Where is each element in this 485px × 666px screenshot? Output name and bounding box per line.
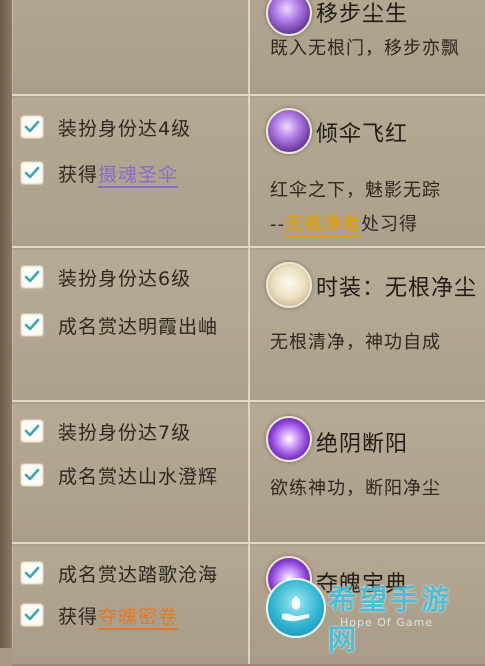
column-divider bbox=[248, 248, 250, 402]
condition-text: 装扮身份达4级 bbox=[58, 117, 192, 140]
condition-text: 获得夺魄密卷 bbox=[58, 602, 179, 630]
check-icon bbox=[20, 561, 44, 585]
condition-text: 成名赏达明霞出岫 bbox=[58, 315, 219, 338]
umbrella-figure-icon bbox=[266, 108, 312, 154]
condition-item: 获得摄魂圣伞 bbox=[20, 158, 179, 188]
reward-name: 绝阴断阳 bbox=[316, 432, 409, 457]
item-link[interactable]: 摄魂圣伞 bbox=[98, 163, 179, 188]
check-icon bbox=[20, 463, 44, 487]
condition-item: 装扮身份达6级 bbox=[20, 262, 191, 292]
outfit-box-icon bbox=[266, 262, 312, 308]
condition-item: 成名赏达明霞出岫 bbox=[20, 310, 218, 340]
source-suffix: 处习得 bbox=[361, 214, 418, 235]
achievement-panel: 移步尘生 既入无根门，移步亦飘 装扮身份达4级 获得摄魂圣伞 倾伞飞红 红伞之下… bbox=[0, 0, 485, 666]
reward-description: 欲练神功，断阳净尘 bbox=[270, 478, 441, 499]
reward-row: 装扮身份达7级 成名赏达山水澄辉 绝阴断阳 欲练神功，断阳净尘 bbox=[12, 400, 485, 546]
condition-item: 成名赏达踏歌沧海 bbox=[20, 558, 218, 588]
check-icon bbox=[20, 313, 44, 337]
reward-source: --无根净者处习得 bbox=[270, 210, 418, 237]
hand-leaf-logo-icon bbox=[266, 578, 326, 638]
check-icon bbox=[20, 115, 44, 139]
condition-text: 成名赏达踏歌沧海 bbox=[58, 563, 219, 586]
fan-figure-icon bbox=[266, 0, 312, 36]
reward-row: 移步尘生 既入无根门，移步亦飘 bbox=[12, 0, 485, 98]
condition-prefix: 获得 bbox=[58, 605, 99, 628]
check-icon bbox=[20, 161, 44, 185]
column-divider bbox=[248, 544, 250, 664]
condition-item: 获得夺魄密卷 bbox=[20, 600, 179, 630]
reward-name: 倾伞飞红 bbox=[316, 122, 409, 147]
yin-figure-icon bbox=[266, 416, 312, 462]
check-icon bbox=[20, 419, 44, 443]
watermark-subtitle: Hope Of Game bbox=[340, 616, 434, 629]
item-link[interactable]: 夺魄密卷 bbox=[98, 605, 179, 630]
site-watermark: 希望手游网 Hope Of Game bbox=[266, 576, 481, 656]
reward-row: 装扮身份达6级 成名赏达明霞出岫 时装：无根净尘 无根清净，神功自成 bbox=[12, 246, 485, 404]
column-divider bbox=[248, 402, 250, 544]
npc-link[interactable]: 无根净者 bbox=[285, 214, 361, 237]
condition-text: 装扮身份达6级 bbox=[58, 267, 192, 290]
reward-description: 既入无根门，移步亦飘 bbox=[270, 38, 460, 59]
condition-text: 装扮身份达7级 bbox=[58, 421, 192, 444]
condition-item: 装扮身份达7级 bbox=[20, 416, 191, 446]
column-divider bbox=[248, 96, 250, 248]
reward-description: 红伞之下，魅影无踪 bbox=[270, 180, 441, 201]
check-icon bbox=[20, 265, 44, 289]
condition-prefix: 获得 bbox=[58, 163, 99, 186]
condition-item: 装扮身份达4级 bbox=[20, 112, 191, 142]
source-prefix: -- bbox=[270, 214, 285, 235]
condition-item: 成名赏达山水澄辉 bbox=[20, 460, 218, 490]
condition-text: 成名赏达山水澄辉 bbox=[58, 465, 219, 488]
condition-text: 获得摄魂圣伞 bbox=[58, 160, 179, 188]
reward-description: 无根清净，神功自成 bbox=[270, 332, 441, 353]
column-divider bbox=[248, 0, 250, 96]
check-icon bbox=[20, 603, 44, 627]
reward-name: 时装：无根净尘 bbox=[316, 276, 478, 301]
reward-row: 装扮身份达4级 获得摄魂圣伞 倾伞飞红 红伞之下，魅影无踪 --无根净者处习得 bbox=[12, 94, 485, 250]
reward-name: 移步尘生 bbox=[316, 2, 409, 27]
